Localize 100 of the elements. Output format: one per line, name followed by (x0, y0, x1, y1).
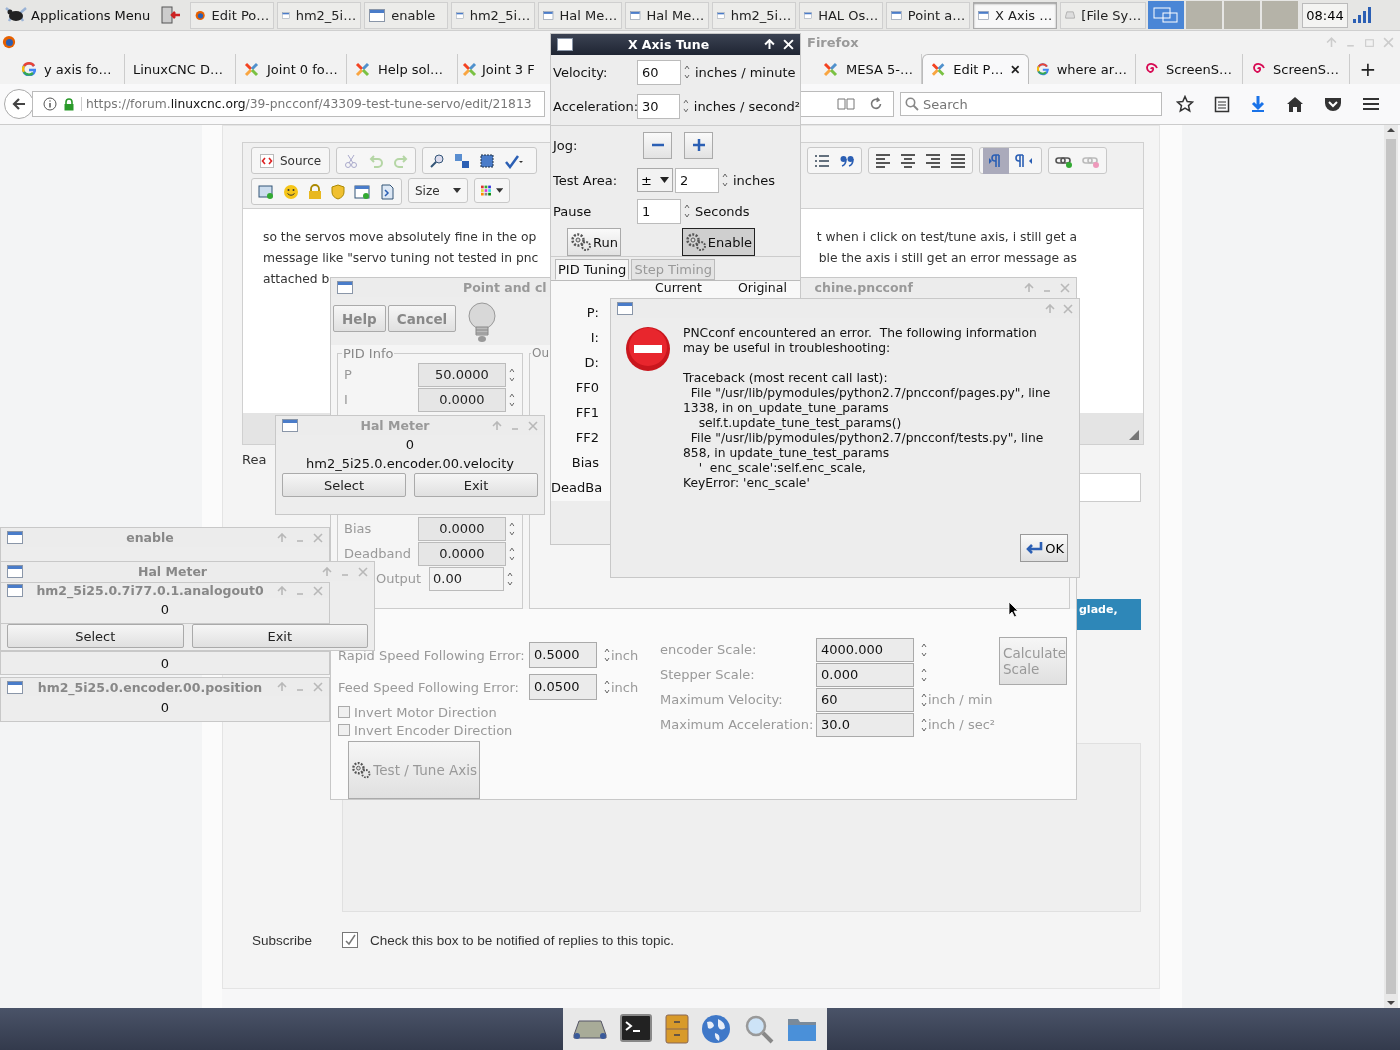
pocket-icon[interactable] (1324, 96, 1342, 112)
workspace-cell[interactable] (1262, 1, 1299, 29)
new-tab-button[interactable]: + (1350, 54, 1386, 84)
taskbar-button[interactable]: [File Sy… (1060, 1, 1147, 29)
download-icon[interactable] (1250, 95, 1266, 113)
bookmark-star-icon[interactable] (1176, 95, 1194, 113)
menu-icon[interactable] (1362, 96, 1380, 112)
tag-button[interactable]: glade, (1077, 599, 1141, 630)
select-button[interactable]: Select (7, 624, 184, 648)
clock[interactable]: 08:44 (1302, 2, 1348, 28)
align-center-icon[interactable] (900, 152, 916, 169)
taskbar-button[interactable]: hm2_5i… (451, 1, 536, 29)
workspace-cell[interactable] (1148, 1, 1185, 29)
close-icon[interactable] (1011, 65, 1020, 74)
scrollbar-thumb[interactable] (1386, 139, 1396, 994)
enable-button[interactable]: Enable (681, 228, 755, 256)
globe-icon[interactable] (701, 1014, 732, 1044)
browser-tab[interactable]: Joint 3 F (458, 54, 546, 84)
search-icon[interactable] (429, 152, 446, 169)
number-field[interactable]: 0.0500 (529, 674, 597, 700)
run-button[interactable]: Run (567, 228, 621, 256)
terminal-icon[interactable] (620, 1014, 652, 1044)
taskbar-button[interactable]: X Axis … (973, 1, 1058, 29)
file-cabinet-icon[interactable] (664, 1014, 689, 1044)
url-text: https://forum. (86, 97, 171, 111)
number-field[interactable]: 2 (675, 167, 719, 193)
justify-icon[interactable] (950, 152, 966, 169)
source-button[interactable]: Source (258, 153, 324, 168)
lock-icon[interactable] (308, 183, 322, 200)
subscribe-checkbox[interactable] (342, 932, 358, 948)
home-icon[interactable] (1286, 95, 1304, 113)
smiley-icon[interactable] (283, 183, 299, 200)
error-message: PNCconf encountered an error. The following information may be useful in troubleshooting: Traceback (most recent call last): File "/usr/lib/pymodules/python2.7/pncconf/pages.py", line 1338, in on_update_tune_params self.t.update_tune_test_params() File "/usr/lib/pymodules/python2.7/pncconf/tests.py", line 858, in update_tune_test_params ' enc_scale':self.enc_scale, KeyError: 'enc_scale' (683, 326, 1051, 491)
back-button[interactable] (4, 89, 34, 119)
jog-minus-button[interactable] (643, 131, 672, 159)
number-field[interactable]: 30 (637, 93, 680, 119)
exit-button[interactable]: Exit (414, 473, 538, 497)
taskbar-button[interactable]: hm2_5i… (277, 1, 362, 29)
workspace-switcher[interactable] (1148, 1, 1299, 29)
jog-plus-button[interactable] (684, 131, 713, 159)
clipboard-icon[interactable] (1214, 95, 1230, 113)
scrollbar[interactable] (1384, 125, 1398, 1008)
taskbar-button[interactable]: Hal Me… (625, 1, 710, 29)
parameter-label: D: (583, 354, 599, 372)
sign-dropdown[interactable]: ± (637, 168, 673, 192)
search-field[interactable]: Search (900, 92, 1162, 116)
taskbar-button[interactable]: HAL Os… (799, 1, 884, 29)
align-right-icon[interactable] (925, 152, 941, 169)
field-label: Feed Speed Following Error: (338, 679, 520, 695)
info-icon[interactable] (43, 97, 57, 111)
number-field[interactable]: 4000.000 (816, 637, 914, 662)
address-bar[interactable]: https://forum.linuxcnc.org/39-pncconf/43309-test-tune-servo/edit/21813 (32, 91, 545, 117)
magnifier-icon[interactable] (743, 1014, 774, 1044)
number-field[interactable]: 0.0000 (417, 516, 507, 541)
cut-icon[interactable] (343, 152, 360, 169)
number-field[interactable]: 0.0000 (417, 387, 507, 412)
select-all-icon[interactable] (479, 152, 496, 169)
align-left-icon[interactable] (875, 152, 891, 169)
exit-button[interactable]: Exit (191, 624, 368, 648)
reload-icon[interactable] (869, 97, 883, 111)
number-field[interactable]: 0.0000 (417, 541, 507, 566)
taskbar-button[interactable]: Edit Po… (190, 1, 275, 29)
input-field[interactable] (1079, 473, 1141, 502)
folder-icon[interactable] (786, 1016, 817, 1042)
taskbar-button[interactable]: hm2_5i… (712, 1, 797, 29)
signal-icon[interactable] (1350, 5, 1373, 25)
checkbox[interactable] (338, 724, 350, 736)
reader-view-icon[interactable] (837, 97, 855, 111)
logout-icon[interactable] (160, 5, 183, 25)
resize-grip-icon[interactable] (1129, 430, 1139, 440)
tab[interactable]: PID Tuning (555, 259, 630, 280)
ok-button[interactable]: OK (1020, 534, 1068, 562)
number-field[interactable]: 30.0 (816, 712, 914, 737)
browser-tab[interactable]: Edit P… (922, 54, 1029, 84)
iframe-icon[interactable] (354, 183, 370, 200)
number-field[interactable]: 60 (816, 687, 914, 712)
select-button[interactable]: Select (282, 473, 406, 497)
drive-icon (1065, 9, 1076, 21)
number-field[interactable]: 0.00 (429, 566, 504, 591)
text-direction-icon[interactable] (986, 150, 1006, 171)
number-field[interactable]: 1 (637, 198, 681, 224)
applications-menu[interactable]: Applications Menu (0, 5, 155, 25)
replace-icon[interactable] (454, 152, 471, 169)
taskbar-button[interactable]: Hal Me… (538, 1, 623, 29)
image-icon[interactable] (258, 183, 274, 200)
list-icon[interactable] (814, 152, 830, 169)
workspace-cell[interactable] (1186, 1, 1223, 29)
number-field[interactable]: 60 (637, 59, 681, 85)
number-field[interactable]: 0.5000 (529, 642, 597, 668)
taskbar-button[interactable]: Point a… (886, 1, 971, 29)
drive-icon[interactable] (573, 1018, 608, 1040)
workspace-cell[interactable] (1224, 1, 1261, 29)
document-icon[interactable] (379, 183, 395, 200)
size-dropdown[interactable]: Size (408, 178, 468, 203)
color-dropdown[interactable] (474, 178, 510, 203)
taskbar-button[interactable]: enable (364, 1, 449, 29)
shield-icon[interactable] (331, 183, 345, 200)
number-field[interactable]: 50.0000 (417, 362, 507, 387)
number-field[interactable]: 0.000 (816, 662, 914, 687)
checkbox[interactable] (338, 706, 350, 718)
